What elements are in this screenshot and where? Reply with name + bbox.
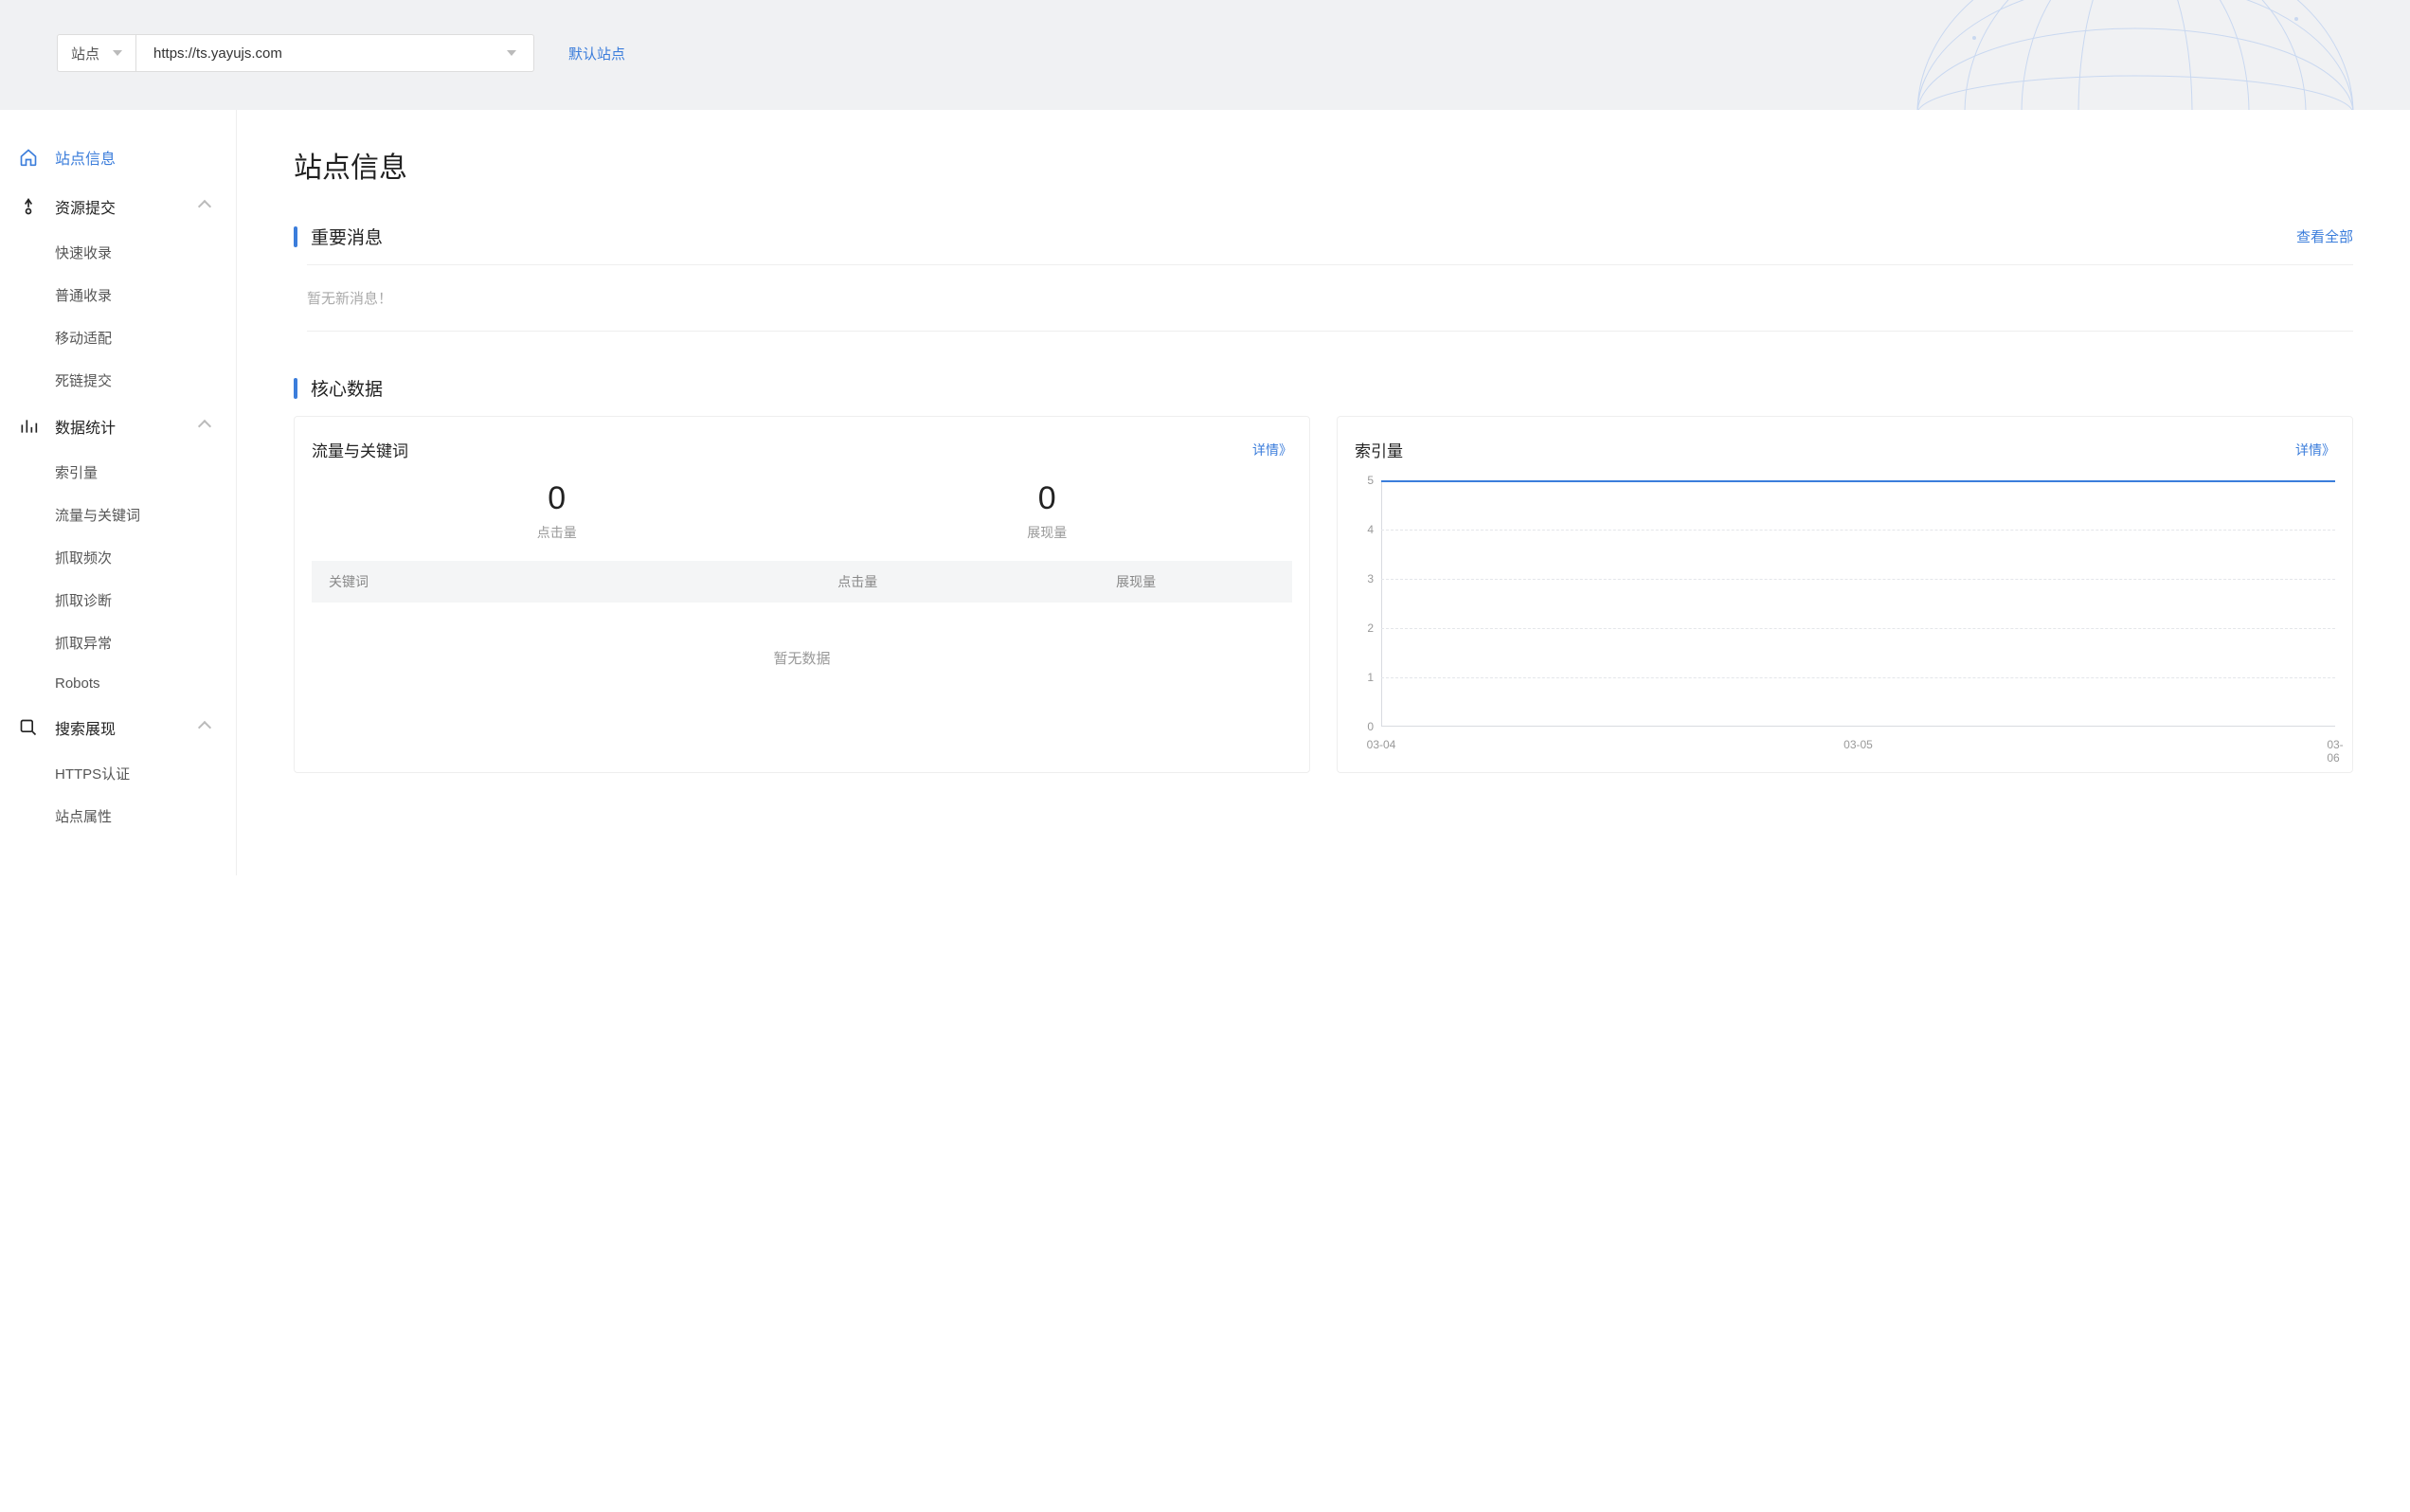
sidebar-item-label: 资源提交: [55, 195, 116, 218]
site-url-value: https://ts.yayujs.com: [153, 45, 282, 62]
sidebar-item-dead-link[interactable]: 死链提交: [0, 359, 236, 402]
card-title: 流量与关键词: [312, 438, 408, 461]
section-header-core-data: 核心数据: [294, 375, 2353, 401]
sidebar-item-label: 站点信息: [55, 146, 116, 169]
chart-y-tick: 0: [1367, 720, 1374, 733]
chart-x-tick: 03-05: [1843, 738, 1873, 751]
caret-down-icon: [507, 50, 516, 56]
card-index-volume: 索引量 详情》 012345 03-0403-0503-06: [1337, 416, 2353, 773]
sidebar-item-resource-submit[interactable]: 资源提交: [0, 182, 236, 231]
traffic-detail-link[interactable]: 详情》: [1252, 441, 1292, 459]
sidebar-item-search-display[interactable]: 搜索展现: [0, 703, 236, 752]
sidebar-item-crawl-diag[interactable]: 抓取诊断: [0, 579, 236, 621]
header: 站点 https://ts.yayujs.com 默认站点: [0, 0, 2410, 110]
decorative-sphere: [1898, 0, 2372, 110]
chart-y-tick: 3: [1367, 572, 1374, 585]
chart-grid-line: [1381, 677, 2335, 678]
chart-y-tick: 1: [1367, 671, 1374, 684]
search-icon: [19, 718, 38, 737]
metric-label: 展现量: [802, 523, 1293, 542]
chevron-up-icon: [198, 200, 211, 213]
keyword-table: 关键词 点击量 展现量 暂无数据: [312, 561, 1292, 713]
section-title: 重要消息: [311, 224, 383, 249]
section-title: 核心数据: [311, 375, 383, 401]
metric-value: 0: [802, 480, 1293, 517]
important-messages-box: 暂无新消息！: [307, 264, 2353, 332]
stats-icon: [19, 417, 38, 436]
chart-grid-line: [1381, 579, 2335, 580]
chart-y-axis-line: [1381, 480, 1382, 727]
sidebar-item-data-stats[interactable]: 数据统计: [0, 402, 236, 451]
table-header-keyword: 关键词: [329, 572, 718, 591]
site-url-select[interactable]: https://ts.yayujs.com: [136, 34, 534, 72]
sidebar-item-site-info[interactable]: 站点信息: [0, 133, 236, 182]
chart-y-axis: 012345: [1355, 480, 1377, 727]
sidebar-item-crawl-error[interactable]: 抓取异常: [0, 621, 236, 664]
chart-series-line: [1381, 480, 2335, 482]
sidebar-item-traffic-keywords[interactable]: 流量与关键词: [0, 494, 236, 536]
chart-x-axis: 03-0403-0503-06: [1381, 732, 2335, 755]
chart-y-tick: 4: [1367, 523, 1374, 536]
chart-x-axis-line: [1381, 726, 2335, 727]
chart-x-tick: 03-04: [1367, 738, 1396, 751]
index-detail-link[interactable]: 详情》: [2295, 441, 2335, 459]
table-header-impressions: 展现量: [997, 572, 1275, 591]
sidebar-item-normal-index[interactable]: 普通收录: [0, 274, 236, 316]
chevron-up-icon: [198, 721, 211, 734]
page-title: 站点信息: [294, 144, 2353, 186]
sidebar-item-robots[interactable]: Robots: [0, 664, 236, 703]
site-type-label: 站点: [71, 44, 99, 63]
chart-y-tick: 2: [1367, 621, 1374, 635]
sidebar-item-https-cert[interactable]: HTTPS认证: [0, 752, 236, 795]
sidebar-item-mobile-adapt[interactable]: 移动适配: [0, 316, 236, 359]
sidebar-item-quick-index[interactable]: 快速收录: [0, 231, 236, 274]
site-type-select[interactable]: 站点: [57, 34, 136, 72]
section-accent-bar: [294, 226, 297, 247]
chart-x-tick: 03-06: [2327, 738, 2343, 765]
chart-grid-line: [1381, 530, 2335, 531]
metric-impressions: 0 展现量: [802, 480, 1293, 542]
view-all-link[interactable]: 查看全部: [2296, 226, 2353, 246]
sidebar-item-site-props[interactable]: 站点属性: [0, 795, 236, 837]
default-site-link[interactable]: 默认站点: [568, 44, 625, 63]
sidebar-item-crawl-freq[interactable]: 抓取频次: [0, 536, 236, 579]
main-content: 站点信息 重要消息 查看全部 暂无新消息！ 核心数据 流量与关键词 详情》 0: [237, 110, 2410, 875]
sidebar-item-index-volume[interactable]: 索引量: [0, 451, 236, 494]
chevron-up-icon: [198, 420, 211, 433]
chart-y-tick: 5: [1367, 474, 1374, 487]
table-empty-text: 暂无数据: [312, 603, 1292, 713]
chart-grid-line: [1381, 628, 2335, 629]
chart-plot: [1381, 480, 2335, 727]
card-traffic-keywords: 流量与关键词 详情》 0 点击量 0 展现量 关键词: [294, 416, 1310, 773]
table-header-row: 关键词 点击量 展现量: [312, 561, 1292, 603]
index-chart: 012345 03-0403-0503-06: [1355, 480, 2335, 755]
sidebar: 站点信息 资源提交 快速收录 普通收录 移动适配 死链提交 数据统计 索引量 流…: [0, 110, 237, 875]
table-header-clicks: 点击量: [718, 572, 997, 591]
no-messages-text: 暂无新消息！: [307, 291, 392, 307]
section-header-important-msg: 重要消息 查看全部: [294, 224, 2353, 249]
home-icon: [19, 148, 38, 167]
sidebar-item-label: 数据统计: [55, 415, 116, 438]
metric-clicks: 0 点击量: [312, 480, 802, 542]
card-title: 索引量: [1355, 438, 1403, 461]
submit-icon: [19, 197, 38, 216]
metric-label: 点击量: [312, 523, 802, 542]
caret-down-icon: [113, 50, 122, 56]
sidebar-item-label: 搜索展现: [55, 716, 116, 739]
section-accent-bar: [294, 378, 297, 399]
metric-value: 0: [312, 480, 802, 517]
